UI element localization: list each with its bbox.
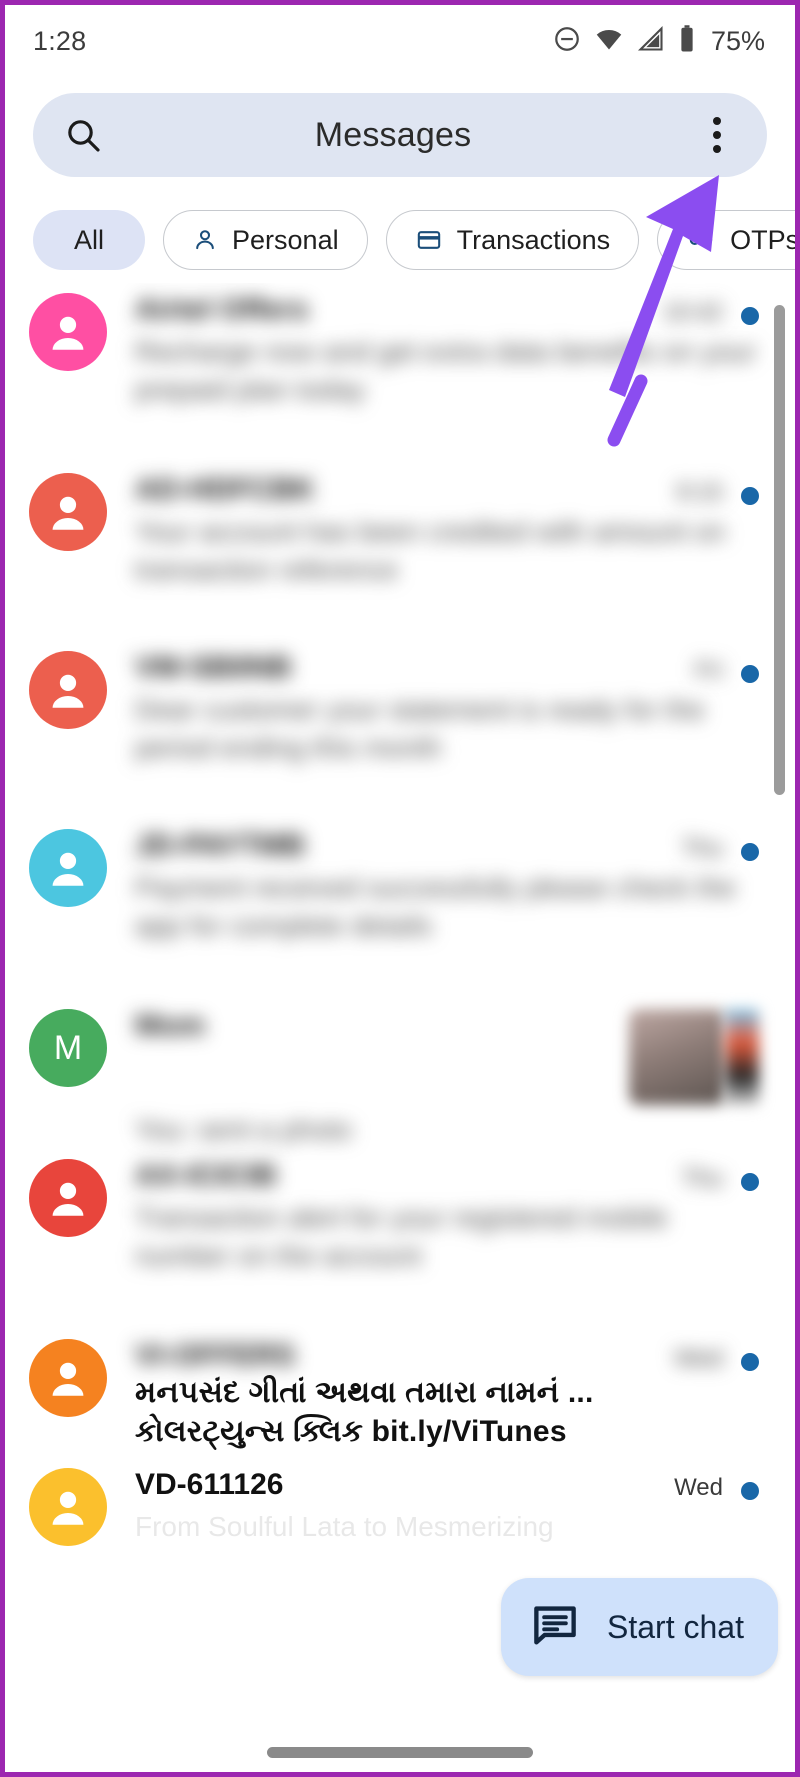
message-snippet: Recharge now and get extra data benefits… — [135, 336, 757, 405]
sender-name: AD-HDFCBK — [135, 473, 315, 506]
message-snippet: Dear customer your statement is ready fo… — [135, 694, 705, 763]
row-content: VD-611126 Wed From Soulful Lata to Mesme… — [107, 1468, 771, 1546]
row-content: JD-PAYTMB Thu Payment received successfu… — [107, 829, 771, 945]
table-row[interactable]: AX-ICICIB Thu Transaction alert for your… — [5, 1159, 795, 1275]
search-bar[interactable]: Messages — [33, 93, 767, 177]
more-vert-icon — [713, 117, 721, 125]
table-row[interactable]: VD-611126 Wed From Soulful Lata to Mesme… — [5, 1468, 795, 1546]
credit-card-icon — [415, 227, 443, 253]
overflow-menu-button[interactable] — [697, 117, 737, 153]
unread-dot — [741, 843, 759, 861]
avatar — [29, 1468, 107, 1546]
table-row[interactable]: VI-OFFERS Wed મનપસંદ ગીતાં અથવા તમારા ના… — [5, 1339, 795, 1451]
message-snippet: Transaction alert for your registered mo… — [135, 1202, 668, 1271]
avatar-initial: M — [53, 1028, 83, 1067]
chip-otps-label: OTPs — [730, 224, 795, 255]
sender-name: AX-ICICIB — [135, 1159, 277, 1192]
status-icons: 75% — [553, 24, 765, 59]
sender-name: Mom — [135, 1009, 205, 1042]
unread-dot — [741, 1482, 759, 1500]
unread-dot — [741, 307, 759, 325]
timestamp: 10:42 — [662, 299, 723, 326]
table-row[interactable]: Airtel Offers 10:42 Recharge now and get… — [5, 293, 795, 409]
timestamp: Thu — [681, 1165, 723, 1192]
filter-chip-row[interactable]: All Personal Transactions OTPs — [5, 197, 795, 283]
message-snippet-line1: મનપસંદ ગીતાં અથવા તમારા નામનં ... — [135, 1376, 594, 1409]
sender-name: Airtel Offers — [135, 293, 309, 326]
battery-icon — [678, 24, 696, 59]
avatar — [29, 1339, 107, 1417]
row-content: AD-HDFCBK 9:15 Your account has been cre… — [107, 473, 771, 589]
table-row[interactable]: VM-SBIINB Fri Dear customer your stateme… — [5, 651, 795, 767]
row-content: VM-SBIINB Fri Dear customer your stateme… — [107, 651, 771, 767]
table-row[interactable]: AD-HDFCBK 9:15 Your account has been cre… — [5, 473, 795, 589]
timestamp: Fri — [695, 657, 723, 684]
phone-screen: 1:28 75% Messages All Personal Transacti… — [0, 0, 800, 1777]
chip-otps[interactable]: OTPs — [657, 210, 795, 270]
do-not-disturb-icon — [553, 25, 581, 58]
message-snippet-line2: કોલરટ્યુન્સ ક્લિક bit.ly/ViTunes — [135, 1415, 567, 1448]
table-row[interactable]: JD-PAYTMB Thu Payment received successfu… — [5, 829, 795, 945]
sender-name: JD-PAYTMB — [135, 829, 306, 862]
message-snippet: You: sent a photo — [135, 1114, 352, 1145]
row-content: AX-ICICIB Thu Transaction alert for your… — [107, 1159, 771, 1275]
status-bar: 1:28 75% — [5, 5, 795, 77]
message-snippet: Payment received successfully please che… — [135, 872, 736, 941]
timestamp: Wed — [674, 1474, 723, 1501]
row-content: VI-OFFERS Wed મનપસંદ ગીતાં અથવા તમારા ના… — [107, 1339, 771, 1451]
more-vert-icon — [713, 145, 721, 153]
wifi-icon — [594, 25, 624, 58]
attachment-thumbnail[interactable] — [725, 1009, 759, 1105]
page-title: Messages — [314, 115, 472, 154]
chip-personal-label: Personal — [232, 224, 339, 255]
gesture-nav-bar[interactable] — [267, 1747, 533, 1758]
row-content: Mom You: sent a photo — [107, 1009, 771, 1149]
attachment-thumbnail[interactable] — [629, 1009, 725, 1105]
key-icon — [686, 227, 716, 253]
start-chat-button[interactable]: Start chat — [501, 1578, 778, 1676]
unread-dot — [741, 487, 759, 505]
cellular-signal-icon — [637, 25, 665, 58]
timestamp: Thu — [681, 835, 723, 862]
unread-dot — [741, 1173, 759, 1191]
avatar — [29, 829, 107, 907]
sender-name: VD-611126 — [135, 1468, 284, 1501]
avatar: M — [29, 1009, 107, 1087]
start-chat-label: Start chat — [607, 1608, 744, 1645]
scrollbar-thumb[interactable] — [774, 305, 785, 795]
chip-transactions[interactable]: Transactions — [385, 210, 640, 270]
person-icon — [192, 227, 218, 253]
conversation-list[interactable]: Airtel Offers 10:42 Recharge now and get… — [5, 283, 795, 1772]
sender-name: VM-SBIINB — [135, 651, 292, 684]
chip-personal[interactable]: Personal — [163, 210, 368, 270]
chat-bubble-icon — [529, 1599, 581, 1656]
more-vert-icon — [713, 131, 721, 139]
sender-name: VI-OFFERS — [135, 1339, 296, 1372]
chip-all[interactable]: All — [33, 210, 146, 270]
unread-dot — [741, 1353, 759, 1371]
avatar — [29, 651, 107, 729]
message-snippet: Your account has been credited with amou… — [135, 516, 726, 585]
timestamp: 9:15 — [676, 479, 723, 506]
timestamp: Wed — [674, 1345, 723, 1372]
status-clock: 1:28 — [33, 25, 87, 56]
message-snippet: From Soulful Lata to Mesmerizing — [135, 1511, 554, 1542]
chip-transactions-label: Transactions — [456, 224, 611, 255]
avatar — [29, 293, 107, 371]
chip-all-label: All — [74, 224, 105, 255]
row-content: Airtel Offers 10:42 Recharge now and get… — [107, 293, 771, 409]
table-row[interactable]: M Mom You: sent a photo — [5, 1009, 795, 1149]
unread-dot — [741, 665, 759, 683]
avatar — [29, 473, 107, 551]
battery-percent: 75% — [710, 25, 765, 56]
avatar — [29, 1159, 107, 1237]
